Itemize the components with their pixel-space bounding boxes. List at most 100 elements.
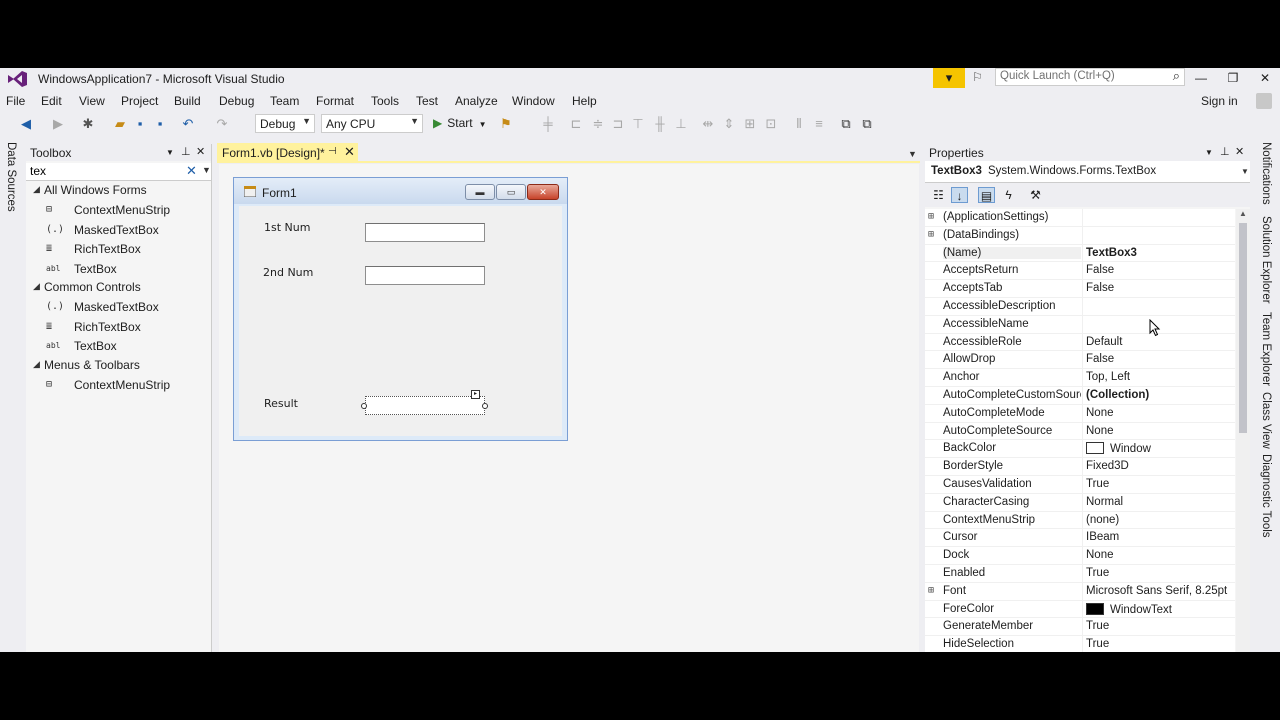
menu-view[interactable]: View [79,94,105,108]
make-same-size-icon[interactable]: ⊞ [742,116,758,132]
scrollbar-thumb[interactable] [1239,223,1247,433]
close-icon[interactable]: ✕ [344,144,355,160]
property-row[interactable]: ⊞ Font Microsoft Sans Serif, 8.25pt [925,582,1235,601]
menu-team[interactable]: Team [270,94,299,108]
toolbox-item-maskedtextbox[interactable]: (.) MaskedTextBox [26,220,211,240]
tab-diagnostic-tools[interactable]: Diagnostic Tools [1260,454,1272,538]
property-value[interactable]: TextBox3 [1086,247,1137,259]
property-value[interactable]: None [1086,407,1114,419]
menu-format[interactable]: Format [316,94,354,108]
events-lightning-icon[interactable]: ϟ [1000,187,1017,203]
sign-in-link[interactable]: Sign in [1201,94,1238,108]
menu-file[interactable]: File [6,94,25,108]
toolbox-item-richtextbox[interactable]: ≣ RichTextBox [26,239,211,259]
tab-class-view[interactable]: Class View [1260,392,1272,449]
close-button[interactable]: ✕ [1252,68,1278,88]
property-value[interactable]: None [1086,549,1114,561]
property-row[interactable]: Dock None [925,547,1235,565]
align-lefts-icon[interactable]: ⊏ [568,116,584,132]
make-same-height-icon[interactable]: ⇕ [721,116,737,132]
property-pages-wrench-icon[interactable]: ⚒ [1027,187,1044,203]
property-row[interactable]: BackColor Window [925,440,1235,459]
property-row[interactable]: ForeColor WindowText [925,600,1235,619]
smart-tag-icon[interactable]: ▸ [471,390,480,399]
property-row[interactable]: Enabled True [925,564,1235,583]
property-row[interactable]: AcceptsReturn False [925,262,1235,281]
tab-solution-explorer[interactable]: Solution Explorer [1260,216,1272,304]
property-value[interactable]: Default [1086,336,1122,348]
quick-launch-input[interactable]: Quick Launch (Ctrl+Q) ⌕ [995,68,1185,86]
undo-icon[interactable]: ↶ [180,116,196,132]
object-selector[interactable]: TextBox3 System.Windows.Forms.TextBox ▼ [925,161,1250,183]
toolbox-item-contextmenustrip[interactable]: ⊟ ContextMenuStrip [26,375,211,395]
property-value[interactable]: True [1086,638,1109,650]
size-to-grid-icon[interactable]: ⊡ [763,116,779,132]
restore-button[interactable]: ❐ [1220,68,1246,88]
navigate-forward-icon[interactable]: ▶ [50,116,66,132]
form-client-area[interactable]: 1st Num 2nd Num Result ▸ [239,206,562,436]
properties-view-icon[interactable]: ▤ [978,187,995,203]
menu-tools[interactable]: Tools [371,94,399,108]
property-row[interactable]: AccessibleDescription [925,297,1235,316]
property-row[interactable]: AutoCompleteMode None [925,404,1235,423]
property-value[interactable]: (none) [1086,514,1119,526]
minimize-button[interactable]: — [1188,68,1214,88]
property-row[interactable]: ⊞ (ApplicationSettings) [925,209,1235,227]
property-value[interactable]: True [1086,567,1109,579]
redo-icon[interactable]: ↷ [214,116,230,132]
toolbox-item-textbox[interactable]: abl TextBox [26,259,211,279]
tab-team-explorer[interactable]: Team Explorer [1260,312,1272,386]
toolbox-item-contextmenustrip[interactable]: ⊟ ContextMenuStrip [26,200,211,220]
close-icon[interactable]: ✕ [196,145,205,158]
menu-edit[interactable]: Edit [41,94,62,108]
property-value[interactable]: Normal [1086,496,1123,508]
window-position-icon[interactable]: ▼ [166,148,174,157]
property-value[interactable]: False [1086,282,1114,294]
menu-analyze[interactable]: Analyze [455,94,498,108]
bring-to-front-icon[interactable]: ⧉ [838,116,854,132]
toolbox-section-common-controls[interactable]: ◢ Common Controls [26,278,211,297]
property-value[interactable]: (Collection) [1086,389,1149,401]
feedback-icon[interactable]: ▾ [933,68,965,88]
chevron-down-icon[interactable]: ▼ [908,149,917,159]
pin-icon[interactable]: ⊣ [328,146,337,157]
toolbox-search-input[interactable] [30,164,180,178]
textbox2[interactable] [365,266,485,285]
chevron-down-icon[interactable]: ▼ [202,165,211,175]
property-row[interactable]: CausesValidation True [925,475,1235,494]
property-row[interactable]: AllowDrop False [925,351,1235,370]
property-row[interactable]: AutoCompleteCustomSource (Collection) [925,386,1235,405]
scroll-up-icon[interactable]: ▲ [1239,209,1247,218]
menu-project[interactable]: Project [121,94,158,108]
solution-configuration-select[interactable]: Debug ▼ [255,114,315,133]
pin-icon[interactable]: ⊥ [181,145,191,158]
property-value[interactable]: Fixed3D [1086,460,1129,472]
property-row[interactable]: ContextMenuStrip (none) [925,511,1235,530]
property-row[interactable]: BorderStyle Fixed3D [925,458,1235,476]
toolbox-item-richtextbox[interactable]: ≣ RichTextBox [26,317,211,337]
label-1st-num[interactable]: 1st Num [264,221,310,234]
horizontal-spacing-icon[interactable]: ⫴ [791,116,807,132]
property-row[interactable]: GenerateMember True [925,618,1235,637]
property-value[interactable]: Top, Left [1086,371,1130,383]
property-row[interactable]: Cursor IBeam [925,529,1235,548]
property-value[interactable]: WindowText [1086,602,1172,616]
window-position-icon[interactable]: ▼ [1205,148,1213,157]
property-row[interactable]: AutoCompleteSource None [925,422,1235,441]
toolbox-section-menus-toolbars[interactable]: ◢ Menus & Toolbars [26,356,211,375]
open-file-icon[interactable]: ▰ [112,116,128,132]
align-rights-icon[interactable]: ⊐ [610,116,626,132]
property-row[interactable]: AcceptsTab False [925,280,1235,298]
property-row[interactable]: Anchor Top, Left [925,369,1235,387]
property-value[interactable]: True [1086,620,1109,632]
save-icon[interactable]: ▪ [132,116,148,132]
snap-to-grid-icon[interactable]: ╪ [540,116,556,132]
new-project-icon[interactable]: ✱ [80,116,96,132]
toolbox-item-maskedtextbox[interactable]: (.) MaskedTextBox [26,297,211,317]
property-value[interactable]: Microsoft Sans Serif, 8.25pt [1086,585,1227,597]
property-value[interactable]: False [1086,353,1114,365]
tab-form1-design[interactable]: Form1.vb [Design]* ⊣ ✕ [217,143,358,163]
expand-icon[interactable]: ⊞ [928,585,934,596]
tab-data-sources[interactable]: Data Sources [5,142,17,212]
property-value[interactable]: IBeam [1086,531,1119,543]
